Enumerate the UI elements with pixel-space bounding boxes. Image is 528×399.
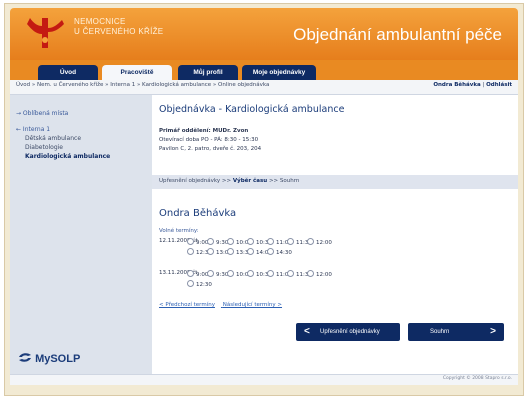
order-title: Objednávka - Kardiologická ambulance	[159, 104, 345, 115]
sidebar-favorites[interactable]: → Oblíbená místa	[16, 110, 68, 117]
time-slot-option[interactable]: 9:00	[187, 238, 208, 246]
time-slot-option[interactable]: 9:30	[207, 238, 228, 246]
tab-muj-profil[interactable]: Můj profil	[178, 65, 238, 80]
tab-bar: Úvod Pracoviště Můj profil Moje objednáv…	[10, 60, 518, 80]
radio-icon[interactable]	[307, 270, 314, 277]
radio-icon[interactable]	[227, 248, 234, 255]
summary-button[interactable]: Souhrn >	[408, 323, 504, 341]
step-2: Výběr času	[232, 178, 268, 184]
breadcrumb[interactable]: Úvod » Nem. u Červeného kříže » Interna …	[16, 82, 269, 88]
radio-icon[interactable]	[267, 248, 274, 255]
logout-link[interactable]: Odhlásit	[486, 82, 512, 88]
tab-moje-objednavky[interactable]: Moje objednávky	[242, 65, 316, 80]
radio-icon[interactable]	[247, 248, 254, 255]
prev-slots-link[interactable]: < Předchozí termíny	[159, 302, 215, 308]
summary-button-label: Souhrn	[430, 329, 450, 335]
mysolp-brand: MySOLP	[18, 352, 80, 365]
free-slots-label: Volné termíny:	[159, 228, 199, 234]
time-slot-option[interactable]: 14:30	[267, 248, 292, 256]
step-3: Souhrn	[279, 178, 300, 184]
logo-line-1: NEMOCNICE	[74, 17, 126, 26]
back-button[interactable]: < Upřesnění objednávky	[296, 323, 400, 341]
mysolp-logo-icon	[19, 353, 31, 362]
step-indicator: Upřesnění objednávky >> Výběr času >> So…	[152, 175, 518, 189]
radio-icon[interactable]	[287, 238, 294, 245]
tab-uvod[interactable]: Úvod	[38, 65, 98, 80]
breadcrumb-bar: Úvod » Nem. u Červeného kříže » Interna …	[10, 80, 518, 95]
radio-icon[interactable]	[187, 248, 194, 255]
sidebar-dept[interactable]: ← Interna 1	[16, 126, 50, 133]
next-slots-link[interactable]: Následující termíny >	[223, 302, 282, 308]
back-button-label: Upřesnění objednávky	[320, 329, 380, 335]
step-separator-1: >>	[221, 178, 232, 184]
radio-icon[interactable]	[307, 238, 314, 245]
logo-text: NEMOCNICE U ČERVENÉHO KŘÍŽE	[74, 17, 163, 37]
radio-icon[interactable]	[207, 270, 214, 277]
sidebar-item-kardiologicka[interactable]: Kardiologická ambulance	[25, 153, 110, 160]
radio-icon[interactable]	[187, 280, 194, 287]
radio-icon[interactable]	[267, 270, 274, 277]
user-separator: |	[482, 82, 485, 88]
radio-icon[interactable]	[227, 270, 234, 277]
sidebar: → Oblíbená místa ← Interna 1 Dětská ambu…	[10, 95, 152, 374]
radio-icon[interactable]	[207, 238, 214, 245]
time-slot-option[interactable]: 9:00	[187, 270, 208, 278]
radio-icon[interactable]	[247, 270, 254, 277]
time-slot-option[interactable]: 9:30	[207, 270, 228, 278]
red-cross-logo-icon	[27, 18, 64, 48]
logo-line-2: U ČERVENÉHO KŘÍŽE	[74, 27, 164, 36]
tab-pracoviste[interactable]: Pracoviště	[102, 65, 172, 80]
radio-icon[interactable]	[207, 248, 214, 255]
patient-name: Ondra Běhávka	[159, 208, 237, 219]
sidebar-item-detska[interactable]: Dětská ambulance	[25, 135, 81, 142]
chevron-right-icon: >	[490, 326, 496, 337]
time-slot-option[interactable]: 12:30	[187, 280, 212, 288]
main-content: Objednávka - Kardiologická ambulance Pri…	[152, 95, 518, 374]
time-slot-option[interactable]: 12:00	[307, 270, 332, 278]
hours-line: Otevírací doba PO - PÁ: 8:30 - 15:30	[159, 137, 259, 143]
footer: Copyright © 2008 Stapro s.r.o.	[10, 374, 518, 385]
time-slot-label: 12:00	[316, 272, 332, 278]
location-line: Pavilon C, 2. patro, dveře č. 203, 204	[159, 146, 262, 152]
pagination-links: < Předchozí termíny Následující termíny …	[159, 302, 288, 308]
page-title: Objednání ambulantní péče	[293, 25, 502, 44]
step-1: Upřesnění objednávky	[159, 178, 221, 184]
copyright: Copyright © 2008 Stapro s.r.o.	[442, 376, 512, 381]
doctor-line: Primář oddělení: MUDr. Zvon	[159, 128, 249, 134]
radio-icon[interactable]	[287, 270, 294, 277]
time-slot-label: 12:00	[316, 240, 332, 246]
radio-icon[interactable]	[227, 238, 234, 245]
step-separator-2: >>	[268, 178, 279, 184]
time-slot-option[interactable]: 12:00	[307, 238, 332, 246]
radio-icon[interactable]	[187, 270, 194, 277]
user-area: Ondra Běhávka | Odhlásit	[433, 82, 512, 88]
header: NEMOCNICE U ČERVENÉHO KŘÍŽE Objednání am…	[10, 8, 518, 60]
radio-icon[interactable]	[247, 238, 254, 245]
time-slot-label: 14:30	[276, 250, 292, 256]
time-slot-label: 12:30	[196, 282, 212, 288]
radio-icon[interactable]	[187, 238, 194, 245]
chevron-left-icon: <	[304, 326, 310, 337]
radio-icon[interactable]	[267, 238, 274, 245]
mysolp-label: MySOLP	[35, 353, 81, 365]
user-name[interactable]: Ondra Běhávka	[433, 82, 480, 88]
sidebar-item-diabetologie[interactable]: Diabetologie	[25, 144, 63, 151]
